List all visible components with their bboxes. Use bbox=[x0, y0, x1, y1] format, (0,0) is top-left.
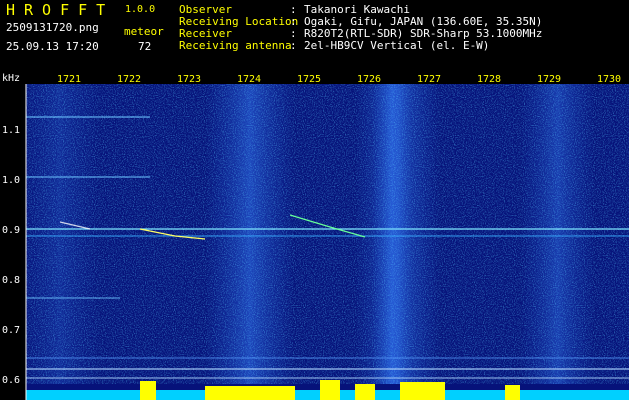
app-version: 1.0.0 bbox=[125, 4, 156, 15]
freq-tick-label: 0.9 bbox=[2, 225, 20, 236]
info-key: Receiving antenna bbox=[179, 39, 292, 52]
file-name: 2509131720.png bbox=[6, 21, 99, 34]
time-tick-label: 1722 bbox=[117, 74, 141, 85]
info-value: 2el-HB9CV Vertical (el. E-W) bbox=[304, 39, 490, 52]
meteor-count: 72 bbox=[138, 40, 152, 53]
time-tick-label: 1728 bbox=[477, 74, 501, 85]
time-tick-label: 1725 bbox=[297, 74, 321, 85]
time-axis: 1721 1722 1723 1724 1725 1726 1727 1728 … bbox=[57, 74, 621, 85]
mode-label: meteor bbox=[124, 25, 164, 38]
time-tick-label: 1726 bbox=[357, 74, 381, 85]
freq-tick-label: 0.7 bbox=[2, 325, 20, 336]
noise-texture bbox=[26, 84, 629, 384]
time-tick-label: 1729 bbox=[537, 74, 561, 85]
freq-tick-label: 1.0 bbox=[2, 175, 20, 186]
time-tick-label: 1723 bbox=[177, 74, 201, 85]
time-tick-label: 1721 bbox=[57, 74, 81, 85]
frequency-unit: kHz bbox=[2, 73, 20, 84]
spectrogram: kHz 1.1 1.0 0.9 0.8 0.7 0.6 1721 1722 17… bbox=[2, 73, 629, 400]
time-tick-label: 1724 bbox=[237, 74, 261, 85]
header-panel: HROFFT 1.0.0 2509131720.png 25.09.13 17:… bbox=[0, 0, 629, 72]
freq-tick-label: 1.1 bbox=[2, 125, 20, 136]
time-tick-label: 1730 bbox=[597, 74, 621, 85]
freq-tick-label: 0.8 bbox=[2, 275, 20, 286]
info-separator: : bbox=[290, 39, 297, 52]
capture-timestamp: 25.09.13 17:20 bbox=[6, 40, 99, 53]
time-tick-label: 1727 bbox=[417, 74, 441, 85]
app-title: HROFFT bbox=[6, 1, 115, 19]
info-row-antenna: Receiving antenna: 2el-HB9CV Vertical (el… bbox=[179, 40, 489, 52]
freq-tick-label: 0.6 bbox=[2, 375, 20, 386]
